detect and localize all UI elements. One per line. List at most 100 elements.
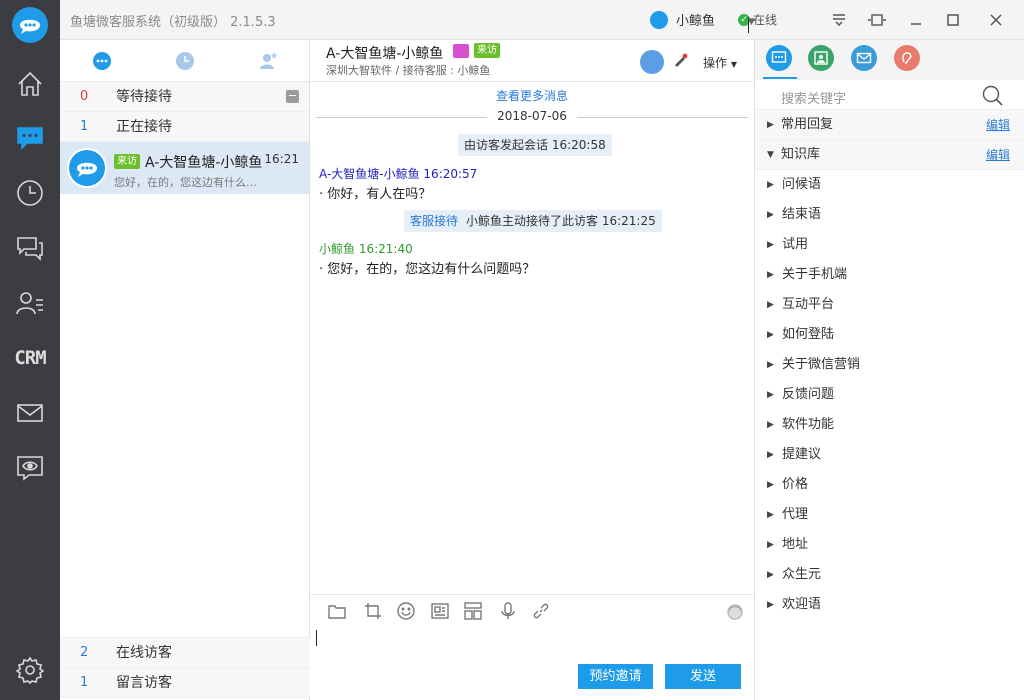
pen-icon[interactable] (672, 52, 688, 68)
knowledge-item[interactable]: ▶ 众生元 (755, 560, 1024, 590)
minimize-button[interactable] (905, 10, 927, 30)
emoji-button[interactable] (396, 601, 416, 621)
tab-visitor-info[interactable] (808, 45, 834, 71)
close-button[interactable] (985, 10, 1007, 30)
waiting-count: 0 (80, 89, 89, 104)
group-waiting[interactable]: 0 等待接待 − (60, 82, 309, 112)
tab-current-chats[interactable] (60, 40, 143, 81)
group-online[interactable]: 2 在线访客 (60, 638, 310, 668)
nav-history[interactable] (0, 166, 60, 220)
search-box[interactable]: 搜索关键字 (755, 80, 1024, 110)
more-messages-link[interactable]: 查看更多消息 (311, 87, 753, 104)
group-serving[interactable]: 1 正在接待 (60, 112, 309, 142)
resize-button[interactable] (866, 10, 888, 30)
nav-chat[interactable] (0, 111, 60, 165)
clock-icon (175, 51, 194, 70)
user-avatar (650, 10, 668, 29)
accept-text: 小鲸鱼主动接待了此访客 16:21:25 (466, 214, 656, 228)
screenshot-button[interactable] (363, 601, 383, 621)
nav-crm[interactable]: CRM (0, 331, 60, 385)
invite-button[interactable]: 预约邀请 (578, 664, 653, 689)
message-label: 留言访客 (116, 675, 172, 691)
template-button[interactable] (463, 601, 483, 621)
knowledge-item[interactable]: ▶ 如何登陆 (755, 320, 1024, 350)
list-tabs (60, 40, 309, 82)
knowledge-item[interactable]: ▶ 问候语 (755, 170, 1024, 200)
online-label: 在线访客 (116, 645, 172, 661)
search-icon[interactable] (982, 85, 1004, 107)
title-bar: 鱼塘微客服系统（初级版） 2.1.5.3 小鲸鱼 ✓ 在线 ▼ (60, 0, 1024, 40)
tab-quick-reply[interactable] (766, 45, 792, 71)
folder-button[interactable] (327, 601, 347, 621)
knowledge-item[interactable]: ▶ 价格 (755, 470, 1024, 500)
messages-icon (17, 237, 43, 261)
section-knowledge-base[interactable]: ▼ 知识库 编辑 (755, 140, 1024, 170)
settings-icon (16, 656, 44, 684)
operation-dropdown[interactable]: 操作 ▼ (703, 54, 737, 71)
knowledge-item-label: 欢迎语 (782, 597, 822, 612)
chevron-down-icon: ▼ (767, 150, 774, 160)
status-dropdown[interactable]: ✓ 在线 ▼ (738, 11, 777, 33)
mail-icon (856, 52, 872, 64)
knowledge-item[interactable]: ▶ 提建议 (755, 440, 1024, 470)
tab-footprint[interactable] (894, 45, 920, 71)
group-message[interactable]: 1 留言访客 (60, 668, 310, 698)
nav-contacts[interactable] (0, 276, 60, 330)
message-input[interactable]: 预约邀请 发送 (311, 624, 753, 700)
knowledge-item-label: 代理 (782, 507, 809, 522)
current-user[interactable]: 小鲸鱼 (650, 10, 715, 29)
edit-link[interactable]: 编辑 (986, 110, 1010, 140)
collapse-icon[interactable]: − (286, 90, 299, 103)
whale-logo-icon (77, 162, 97, 177)
chat-header: A-大智鱼塘-小鲸鱼 来访 深圳大智软件 / 接待客服 : 小鲸鱼 操作 ▼ (311, 40, 753, 82)
conversation-item[interactable]: 来访 A-大智鱼塘-小鲸鱼 16:21 您好，在的，您这边有什么问题吗？ (60, 142, 309, 194)
operation-label: 操作 (703, 56, 728, 70)
send-button[interactable]: 发送 (665, 664, 741, 689)
knowledge-item[interactable]: ▶ 软件功能 (755, 410, 1024, 440)
chevron-down-icon: ▼ (730, 60, 737, 69)
chevron-right-icon: ▶ (767, 300, 774, 310)
edit-link[interactable]: 编辑 (986, 140, 1010, 170)
knowledge-list: ▶ 问候语 ▶ 结束语 ▶ 试用 ▶ 关于手机端 ▶ 互动平台 ▶ 如何登陆 ▶ 关于微信营销 ▶ 反馈问题 ▶… (755, 170, 1024, 620)
sender-label: A-大智鱼塘-小鲸鱼 16:20:57 (319, 167, 478, 181)
knowledge-item[interactable]: ▶ 反馈问题 (755, 380, 1024, 410)
chevron-right-icon: ▶ (767, 120, 774, 130)
knowledge-item[interactable]: ▶ 关于微信营销 (755, 350, 1024, 380)
microphone-icon (501, 602, 515, 619)
knowledge-item[interactable]: ▶ 欢迎语 (755, 590, 1024, 620)
serving-count: 1 (80, 119, 89, 134)
knowledge-item-label: 价格 (782, 477, 809, 492)
date-divider: 2018-07-06 (316, 109, 748, 125)
section-common-replies[interactable]: ▶ 常用回复 编辑 (755, 110, 1024, 140)
nav-monitor[interactable] (0, 441, 60, 495)
tab-messages[interactable] (851, 45, 877, 71)
knowledge-item[interactable]: ▶ 互动平台 (755, 290, 1024, 320)
knowledge-item-label: 试用 (782, 237, 809, 252)
knowledge-item[interactable]: ▶ 关于手机端 (755, 260, 1024, 290)
tab-colleagues[interactable] (226, 40, 309, 81)
knowledge-item[interactable]: ▶ 结束语 (755, 200, 1024, 230)
chevron-right-icon: ▶ (767, 510, 774, 520)
close-icon (990, 14, 1002, 26)
robot-button[interactable] (725, 601, 745, 621)
link-button[interactable] (531, 601, 551, 621)
maximize-button[interactable] (942, 10, 964, 30)
nav-messages[interactable] (0, 221, 60, 275)
search-input[interactable]: 搜索关键字 (781, 88, 846, 107)
ear-icon (902, 52, 912, 64)
transfer-icon[interactable] (640, 50, 664, 74)
knowledge-item[interactable]: ▶ 试用 (755, 230, 1024, 260)
voice-button[interactable] (498, 601, 518, 621)
chevron-right-icon: ▶ (767, 420, 774, 430)
knowledge-item[interactable]: ▶ 代理 (755, 500, 1024, 530)
nav-settings[interactable] (0, 643, 60, 697)
tab-history[interactable] (143, 40, 226, 81)
card-button[interactable] (430, 601, 450, 621)
menu-button[interactable] (828, 10, 850, 30)
knowledge-item[interactable]: ▶ 地址 (755, 530, 1024, 560)
date-label: 2018-07-06 (487, 109, 577, 123)
nav-home[interactable] (0, 57, 60, 111)
knowledge-item-label: 结束语 (782, 207, 822, 222)
home-icon (18, 71, 42, 96)
nav-mail[interactable] (0, 386, 60, 440)
